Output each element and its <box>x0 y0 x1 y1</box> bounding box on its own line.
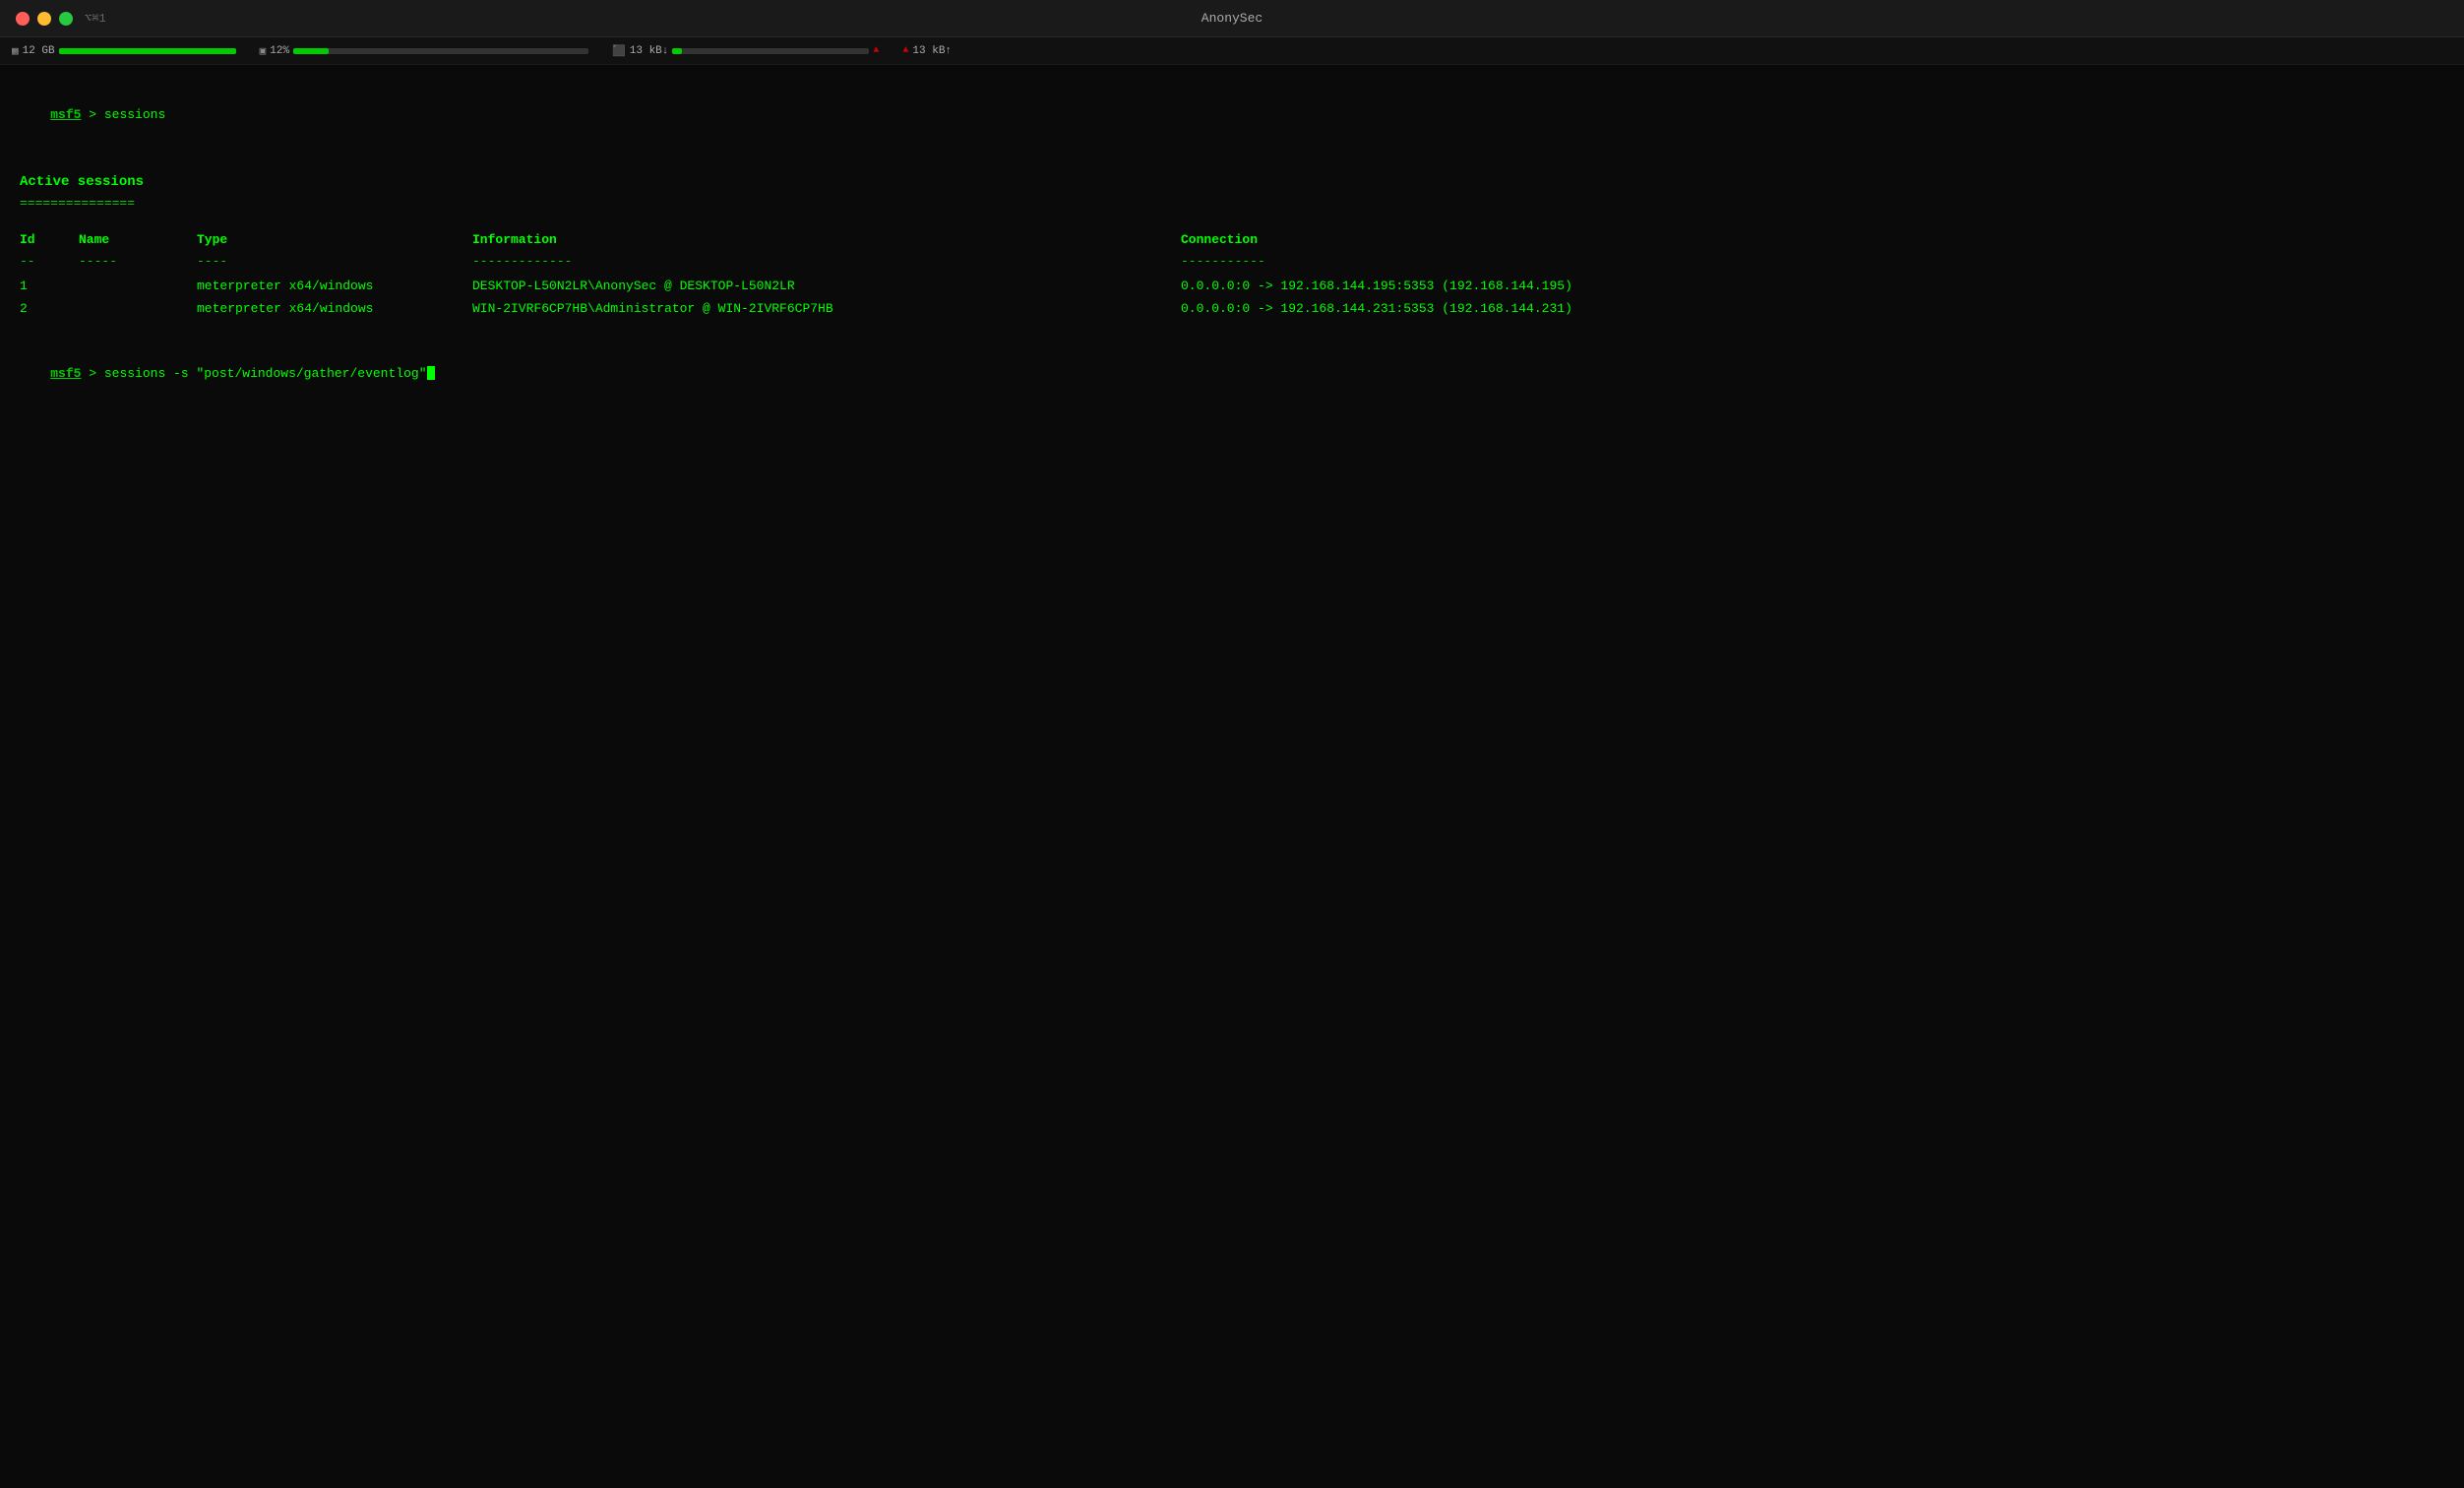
close-button[interactable] <box>16 12 30 26</box>
row1-conn: 0.0.0.0:0 -> 192.168.144.195:5353 (192.1… <box>1181 277 2444 297</box>
command-2: > sessions -s "post/windows/gather/event… <box>81 366 426 381</box>
minimize-button[interactable] <box>37 12 51 26</box>
col-id-header: Id <box>20 230 79 251</box>
up-arrow-icon: ▲ <box>873 45 879 56</box>
keyboard-shortcut: ⌥⌘1 <box>85 11 106 26</box>
net-down-label: 13 kB↓ <box>630 45 669 57</box>
sep-info: ------------- <box>472 252 1181 273</box>
net-down-bar <box>672 48 869 54</box>
titlebar: ⌥⌘1 AnonySec <box>0 0 2464 37</box>
col-info-header: Information <box>472 230 1181 251</box>
sep-id: -- <box>20 252 79 273</box>
command-line-1: msf5 > sessions <box>20 85 2444 146</box>
col-name-header: Name <box>79 230 197 251</box>
col-type-header: Type <box>197 230 472 251</box>
maximize-button[interactable] <box>59 12 73 26</box>
cpu-bar-fill <box>293 48 329 54</box>
net-up-status: ▲ 13 kB↑ <box>902 45 952 57</box>
table-separator: -- ----- ---- ------------- ----------- <box>20 252 2444 273</box>
blank-line-2 <box>20 322 2444 336</box>
col-conn-header: Connection <box>1181 230 2444 251</box>
memory-icon: ▦ <box>12 44 19 58</box>
net-up-label: 13 kB↑ <box>912 45 952 57</box>
memory-status: ▦ 12 GB <box>12 44 236 58</box>
net-icon: ⬛ <box>612 44 626 58</box>
cpu-label: 12% <box>270 45 289 57</box>
sep-type: ---- <box>197 252 472 273</box>
row2-id: 2 <box>20 299 79 320</box>
row1-info: DESKTOP-L50N2LR\AnonySec @ DESKTOP-L50N2… <box>472 277 1181 297</box>
row1-type: meterpreter x64/windows <box>197 277 472 297</box>
command-1: > sessions <box>81 107 165 122</box>
table-row: 1 meterpreter x64/windows DESKTOP-L50N2L… <box>20 277 2444 297</box>
cpu-icon: ▣ <box>260 44 267 58</box>
cpu-status: ▣ 12% <box>260 44 588 58</box>
net-down-status: ⬛ 13 kB↓ ▲ <box>612 44 879 58</box>
row2-info: WIN-2IVRF6CP7HB\Administrator @ WIN-2IVR… <box>472 299 1181 320</box>
traffic-lights <box>16 12 73 26</box>
row2-name <box>79 299 197 320</box>
section-underline: =============== <box>20 194 2444 215</box>
memory-label: 12 GB <box>23 45 55 57</box>
sessions-table: Id Name Type Information Connection -- -… <box>20 230 2444 320</box>
window-title: AnonySec <box>1201 11 1263 26</box>
row1-name <box>79 277 197 297</box>
sep-name: ----- <box>79 252 197 273</box>
cpu-bar <box>293 48 588 54</box>
table-row: 2 meterpreter x64/windows WIN-2IVRF6CP7H… <box>20 299 2444 320</box>
net-down-bar-fill <box>672 48 682 54</box>
section-title: Active sessions <box>20 171 2444 193</box>
row1-id: 1 <box>20 277 79 297</box>
row2-conn: 0.0.0.0:0 -> 192.168.144.231:5353 (192.1… <box>1181 299 2444 320</box>
blank-line-1 <box>20 146 2444 159</box>
command-line-2: msf5 > sessions -s "post/windows/gather/… <box>20 343 2444 404</box>
net-up-arrow-icon: ▲ <box>902 45 908 56</box>
statusbar: ▦ 12 GB ▣ 12% ⬛ 13 kB↓ ▲ ▲ 13 kB↑ <box>0 37 2464 65</box>
prompt-msf5-1: msf5 <box>50 107 81 122</box>
memory-bar <box>59 48 236 54</box>
table-header: Id Name Type Information Connection <box>20 230 2444 251</box>
row2-type: meterpreter x64/windows <box>197 299 472 320</box>
sep-conn: ----------- <box>1181 252 2444 273</box>
terminal-content: msf5 > sessions Active sessions ========… <box>0 65 2464 420</box>
memory-bar-fill <box>59 48 236 54</box>
cursor <box>427 366 435 380</box>
prompt-msf5-2: msf5 <box>50 366 81 381</box>
